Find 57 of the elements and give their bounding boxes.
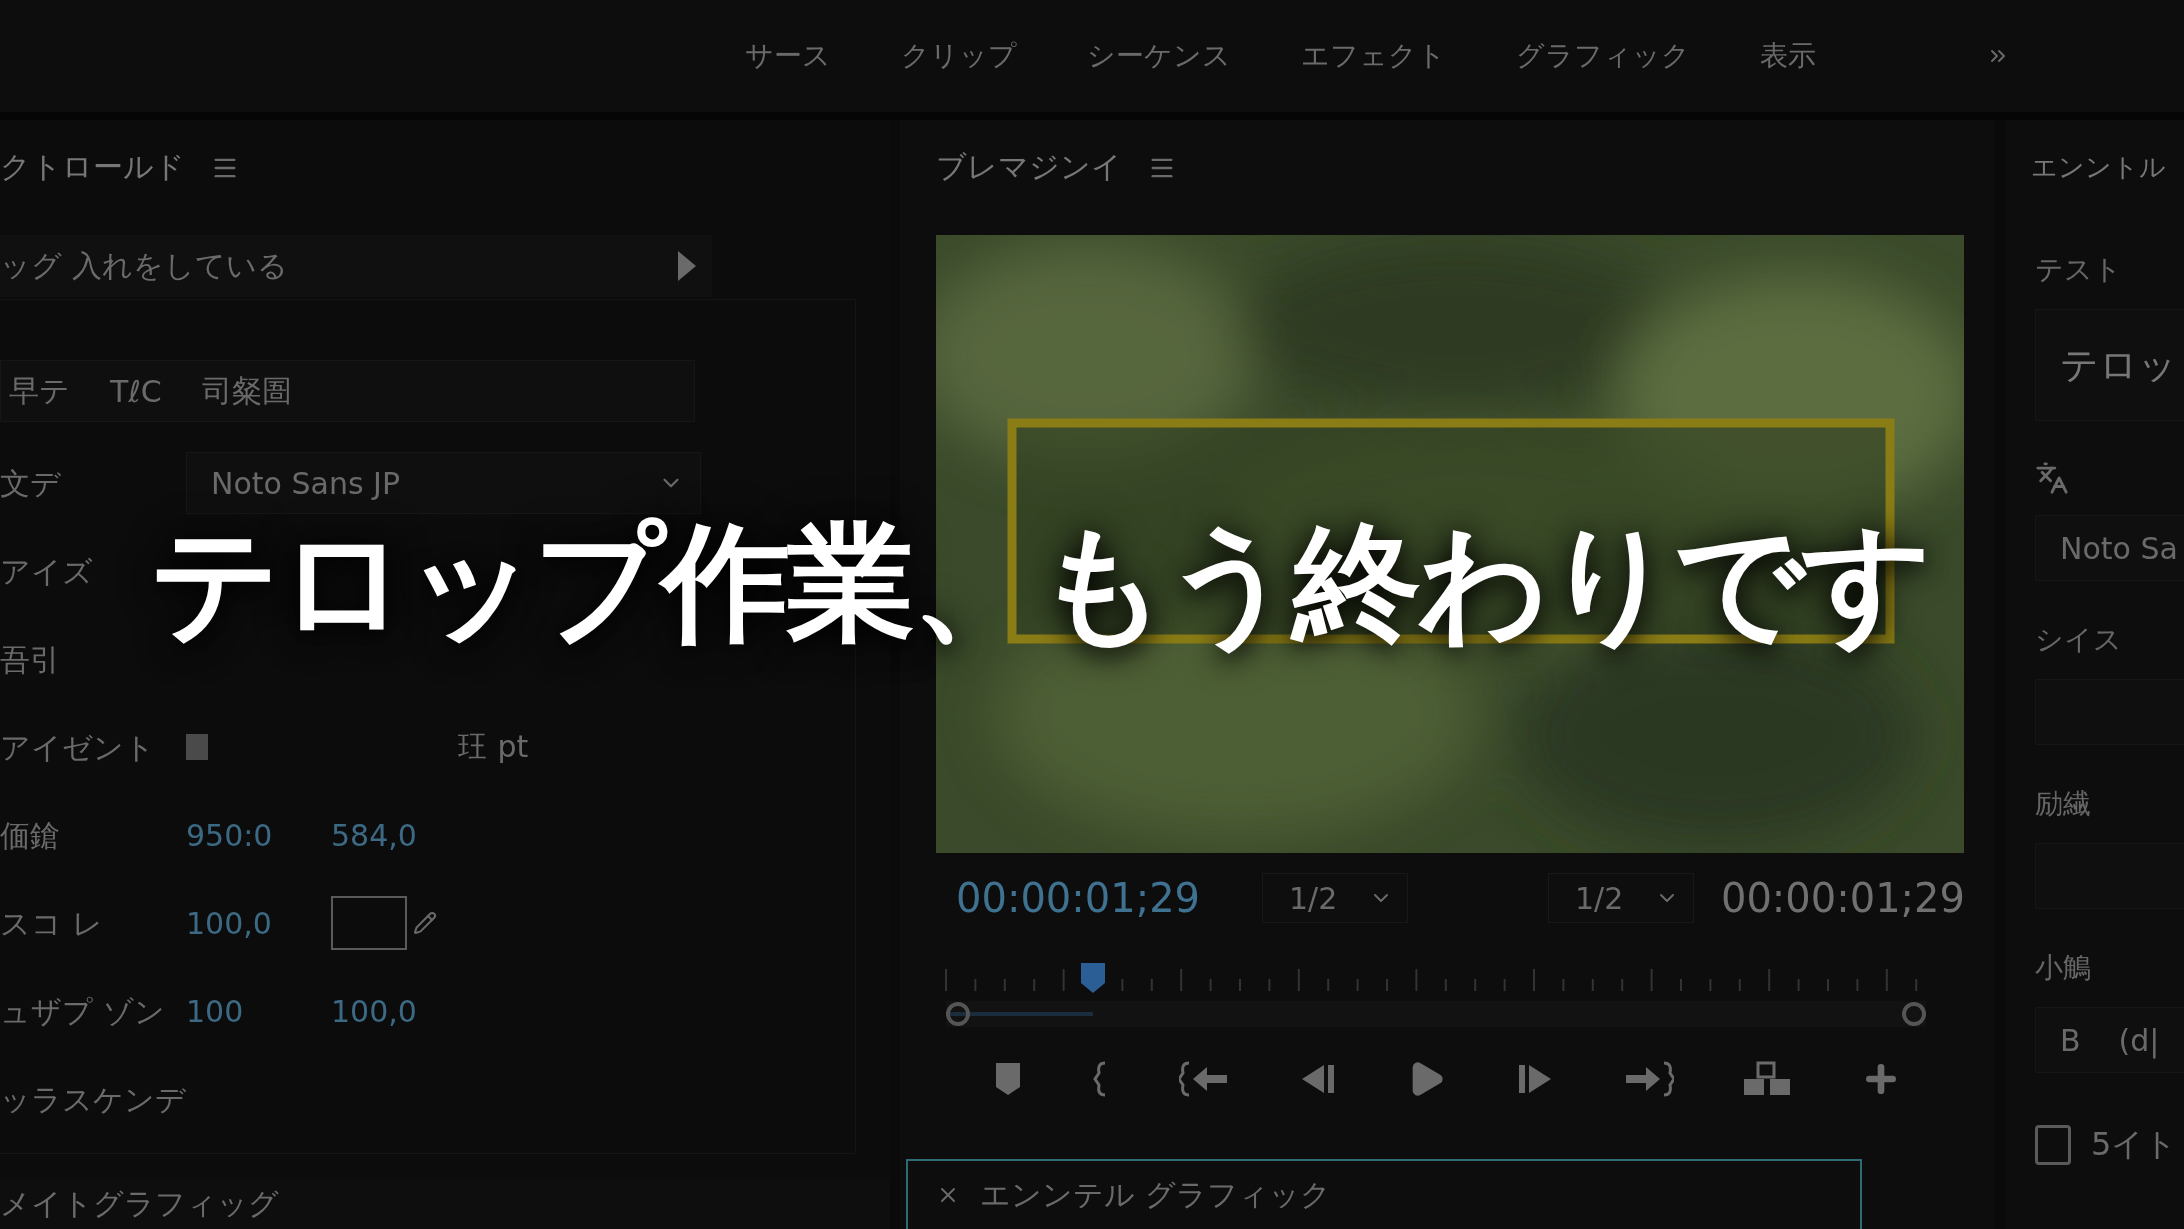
panel-title: ブレマジンイ — [936, 148, 1122, 186]
field-label: ッラスケンデ — [0, 1080, 187, 1119]
value-field[interactable]: 100 — [186, 993, 331, 1029]
layer-row[interactable]: ッグ 入れをしている — [0, 235, 712, 297]
section-label: テスト — [2035, 252, 2123, 288]
triangle-icon — [678, 251, 696, 281]
current-timecode[interactable]: 00:00:01;29 — [956, 875, 1201, 921]
duration-timecode: 00:00:01;29 — [1720, 875, 1965, 921]
menu-item[interactable]: クリップ — [871, 37, 1047, 75]
value-field[interactable]: 584,0 — [331, 817, 476, 853]
field-label: 偭鎗 — [0, 816, 61, 855]
field-label: スコ レ — [0, 904, 104, 943]
font-field[interactable]: Noto Sa — [2035, 515, 2184, 581]
value-field[interactable]: 100,0 — [331, 993, 476, 1029]
unit-label: 玨 pt — [458, 727, 529, 766]
language-icon — [2035, 461, 2069, 495]
value-field[interactable]: 100,0 — [186, 905, 331, 941]
menu-item[interactable]: 表示 — [1730, 37, 1846, 75]
quality-dropdown[interactable]: 1/2 — [1548, 873, 1695, 923]
text-tool[interactable]: 司粲圄 — [201, 370, 292, 412]
field-label: ュザプ ゾン — [0, 992, 166, 1031]
field-label: 小鵤 — [2035, 950, 2092, 986]
marker-icon[interactable] — [994, 1061, 1023, 1097]
checkbox[interactable] — [2035, 1125, 2071, 1165]
field-label: 励繊 — [2035, 786, 2092, 822]
field-label: 文デ — [0, 464, 62, 503]
value-field[interactable]: 950:0 — [186, 817, 331, 853]
text-tool[interactable]: TℓC — [110, 373, 162, 409]
field-label: アイゼント — [0, 728, 156, 767]
in-handle[interactable] — [946, 1002, 970, 1026]
field-label: 吾引 — [0, 640, 61, 679]
font-dropdown[interactable]: Noto Sans JP — [186, 452, 701, 514]
menu-item[interactable]: サース — [715, 37, 861, 75]
field-label: シイス — [2035, 622, 2123, 658]
zoom-dropdown[interactable]: 1/2 — [1262, 873, 1409, 923]
out-handle[interactable] — [1902, 1002, 1926, 1026]
color-swatch[interactable] — [186, 734, 208, 760]
field-label: アイズ — [0, 552, 94, 591]
text-tool[interactable]: 早テ — [9, 370, 70, 412]
menu-item[interactable]: エフェクト — [1271, 37, 1476, 75]
pencil-icon[interactable] — [413, 911, 437, 935]
panel-title: エンントル — [2031, 151, 2166, 184]
style-button[interactable]: B — [2060, 1022, 2081, 1058]
panel-tab[interactable]: メイトグラフィッグ — [0, 1183, 279, 1225]
go-to-in-icon[interactable] — [1179, 1061, 1230, 1097]
text-field[interactable]: テロッ — [2035, 309, 2184, 421]
panel-tab[interactable]: エンンテル グラフィック — [906, 1159, 1862, 1229]
timeline-track[interactable] — [946, 1001, 1926, 1027]
menu-item[interactable]: グラフィック — [1486, 37, 1720, 75]
playhead[interactable] — [1081, 963, 1105, 993]
panel-title: クトロールド — [0, 148, 185, 186]
menu-item[interactable]: シーケンス — [1057, 37, 1261, 75]
go-to-out-icon[interactable] — [1623, 1061, 1674, 1097]
lift-icon[interactable] — [1742, 1061, 1793, 1097]
style-button[interactable]: (d| — [2118, 1022, 2160, 1058]
checkbox-label: 5イト — [2091, 1124, 2178, 1165]
color-swatch[interactable] — [331, 896, 407, 950]
